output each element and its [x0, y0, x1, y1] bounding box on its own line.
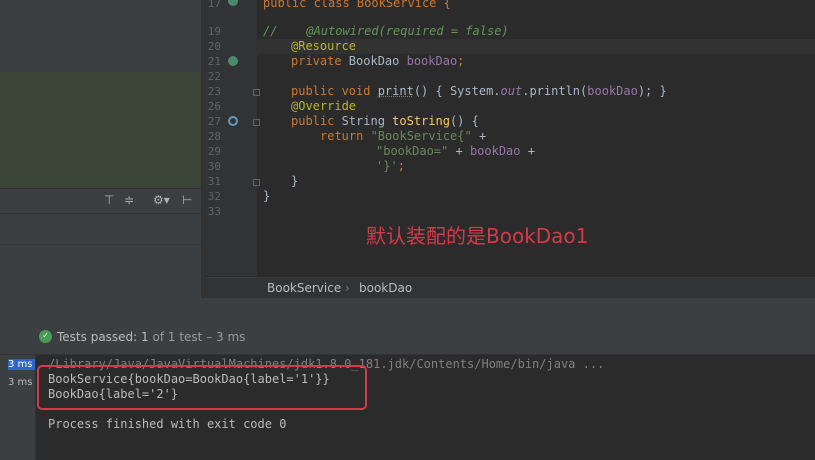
code-line: "bookDao=" + bookDao +: [376, 144, 535, 159]
line-number: 26: [207, 100, 221, 113]
keyword: return: [320, 129, 371, 143]
type: String: [341, 114, 393, 128]
line-number: 31: [207, 175, 221, 188]
structure-panel: [0, 214, 201, 298]
method-name: print: [377, 84, 414, 98]
code-text: +: [520, 144, 535, 158]
override-icon[interactable]: [228, 116, 238, 126]
panel-toolbar: ⊤ ≑ ⚙▾ ⊢: [0, 189, 201, 214]
divider: [0, 244, 201, 245]
line-number: 32: [207, 190, 221, 203]
code-line: }: [291, 174, 299, 188]
line-number: 33: [207, 205, 221, 218]
line-number: 28: [207, 130, 221, 143]
breadcrumb-class[interactable]: BookService: [267, 281, 341, 295]
line-number: 23: [207, 85, 221, 98]
keyword: public void: [291, 84, 378, 98]
string: "BookService{": [370, 129, 472, 143]
code-text: () { System.: [413, 84, 501, 98]
breadcrumb-member[interactable]: bookDao: [359, 281, 412, 295]
semicolon: ;: [457, 54, 465, 68]
test-duration[interactable]: 3 ms: [8, 359, 35, 370]
tests-passed-detail: of 1 test – 3 ms: [152, 330, 246, 344]
annotation-note: 默认装配的是BookDao1: [366, 224, 589, 248]
project-panel-selected-region[interactable]: [0, 72, 201, 188]
field: bookDao: [469, 144, 521, 158]
breadcrumb-separator: ›: [345, 281, 350, 295]
code-line: return "BookService{" +: [320, 129, 486, 144]
pin-icon[interactable]: ⊢: [182, 193, 192, 207]
field: bookDao: [587, 84, 638, 98]
line-number: 22: [207, 70, 221, 83]
align-center-icon[interactable]: ≑: [124, 193, 134, 207]
tests-passed-label: Tests passed:: [57, 330, 138, 344]
code-line: public void print() { System.out.println…: [291, 84, 667, 99]
check-icon: ✓: [39, 330, 52, 343]
annotation: @Resource: [291, 39, 357, 53]
code-text: () {: [449, 114, 479, 128]
code-line: public class BookService {: [263, 0, 451, 11]
code-text: .println(: [522, 84, 588, 98]
console-exit: Process finished with exit code 0: [48, 417, 287, 431]
code-line: public String toString() {: [291, 114, 479, 129]
code-line: }: [263, 189, 271, 203]
test-tree: [0, 355, 36, 460]
breadcrumb: BookService › bookDao: [203, 277, 815, 299]
run-panel-header: [0, 298, 815, 355]
align-top-icon[interactable]: ⊤: [104, 193, 114, 207]
line-number: 21: [207, 55, 221, 68]
type: BookDao: [348, 54, 407, 68]
code-text: +: [471, 129, 487, 143]
line-number: 30: [207, 160, 221, 173]
highlight-box: [37, 365, 367, 410]
keyword: private: [291, 54, 349, 68]
bean-icon[interactable]: [228, 56, 238, 66]
line-number: 27: [207, 115, 221, 128]
semicolon: ;: [397, 159, 405, 173]
settings-icon[interactable]: ⚙▾: [153, 193, 170, 207]
fold-icon[interactable]: [253, 119, 260, 126]
comment-line: // @Autowired(required = false): [263, 24, 509, 38]
code-line: private BookDao bookDao;: [291, 54, 464, 69]
tests-status: Tests passed: 1 of 1 test – 3 ms: [57, 330, 245, 344]
method-name: toString: [392, 114, 450, 128]
keyword: public: [291, 114, 342, 128]
line-number: 17: [207, 0, 221, 10]
line-number: 19: [207, 25, 221, 38]
line-number: 20: [207, 40, 221, 53]
static-field: out: [500, 84, 523, 98]
field: bookDao: [406, 54, 458, 68]
code-text: ); }: [637, 84, 667, 98]
tests-passed-count: 1: [141, 330, 149, 344]
keyword: public class BookService {: [263, 0, 451, 10]
string: "bookDao=": [376, 144, 449, 158]
line-number: 29: [207, 145, 221, 158]
annotation: @Override: [291, 99, 357, 113]
string: '}': [376, 159, 398, 173]
fold-icon[interactable]: [253, 89, 260, 96]
code-text: +: [448, 144, 470, 158]
fold-icon[interactable]: [253, 179, 260, 186]
code-line: '}';: [376, 159, 405, 174]
